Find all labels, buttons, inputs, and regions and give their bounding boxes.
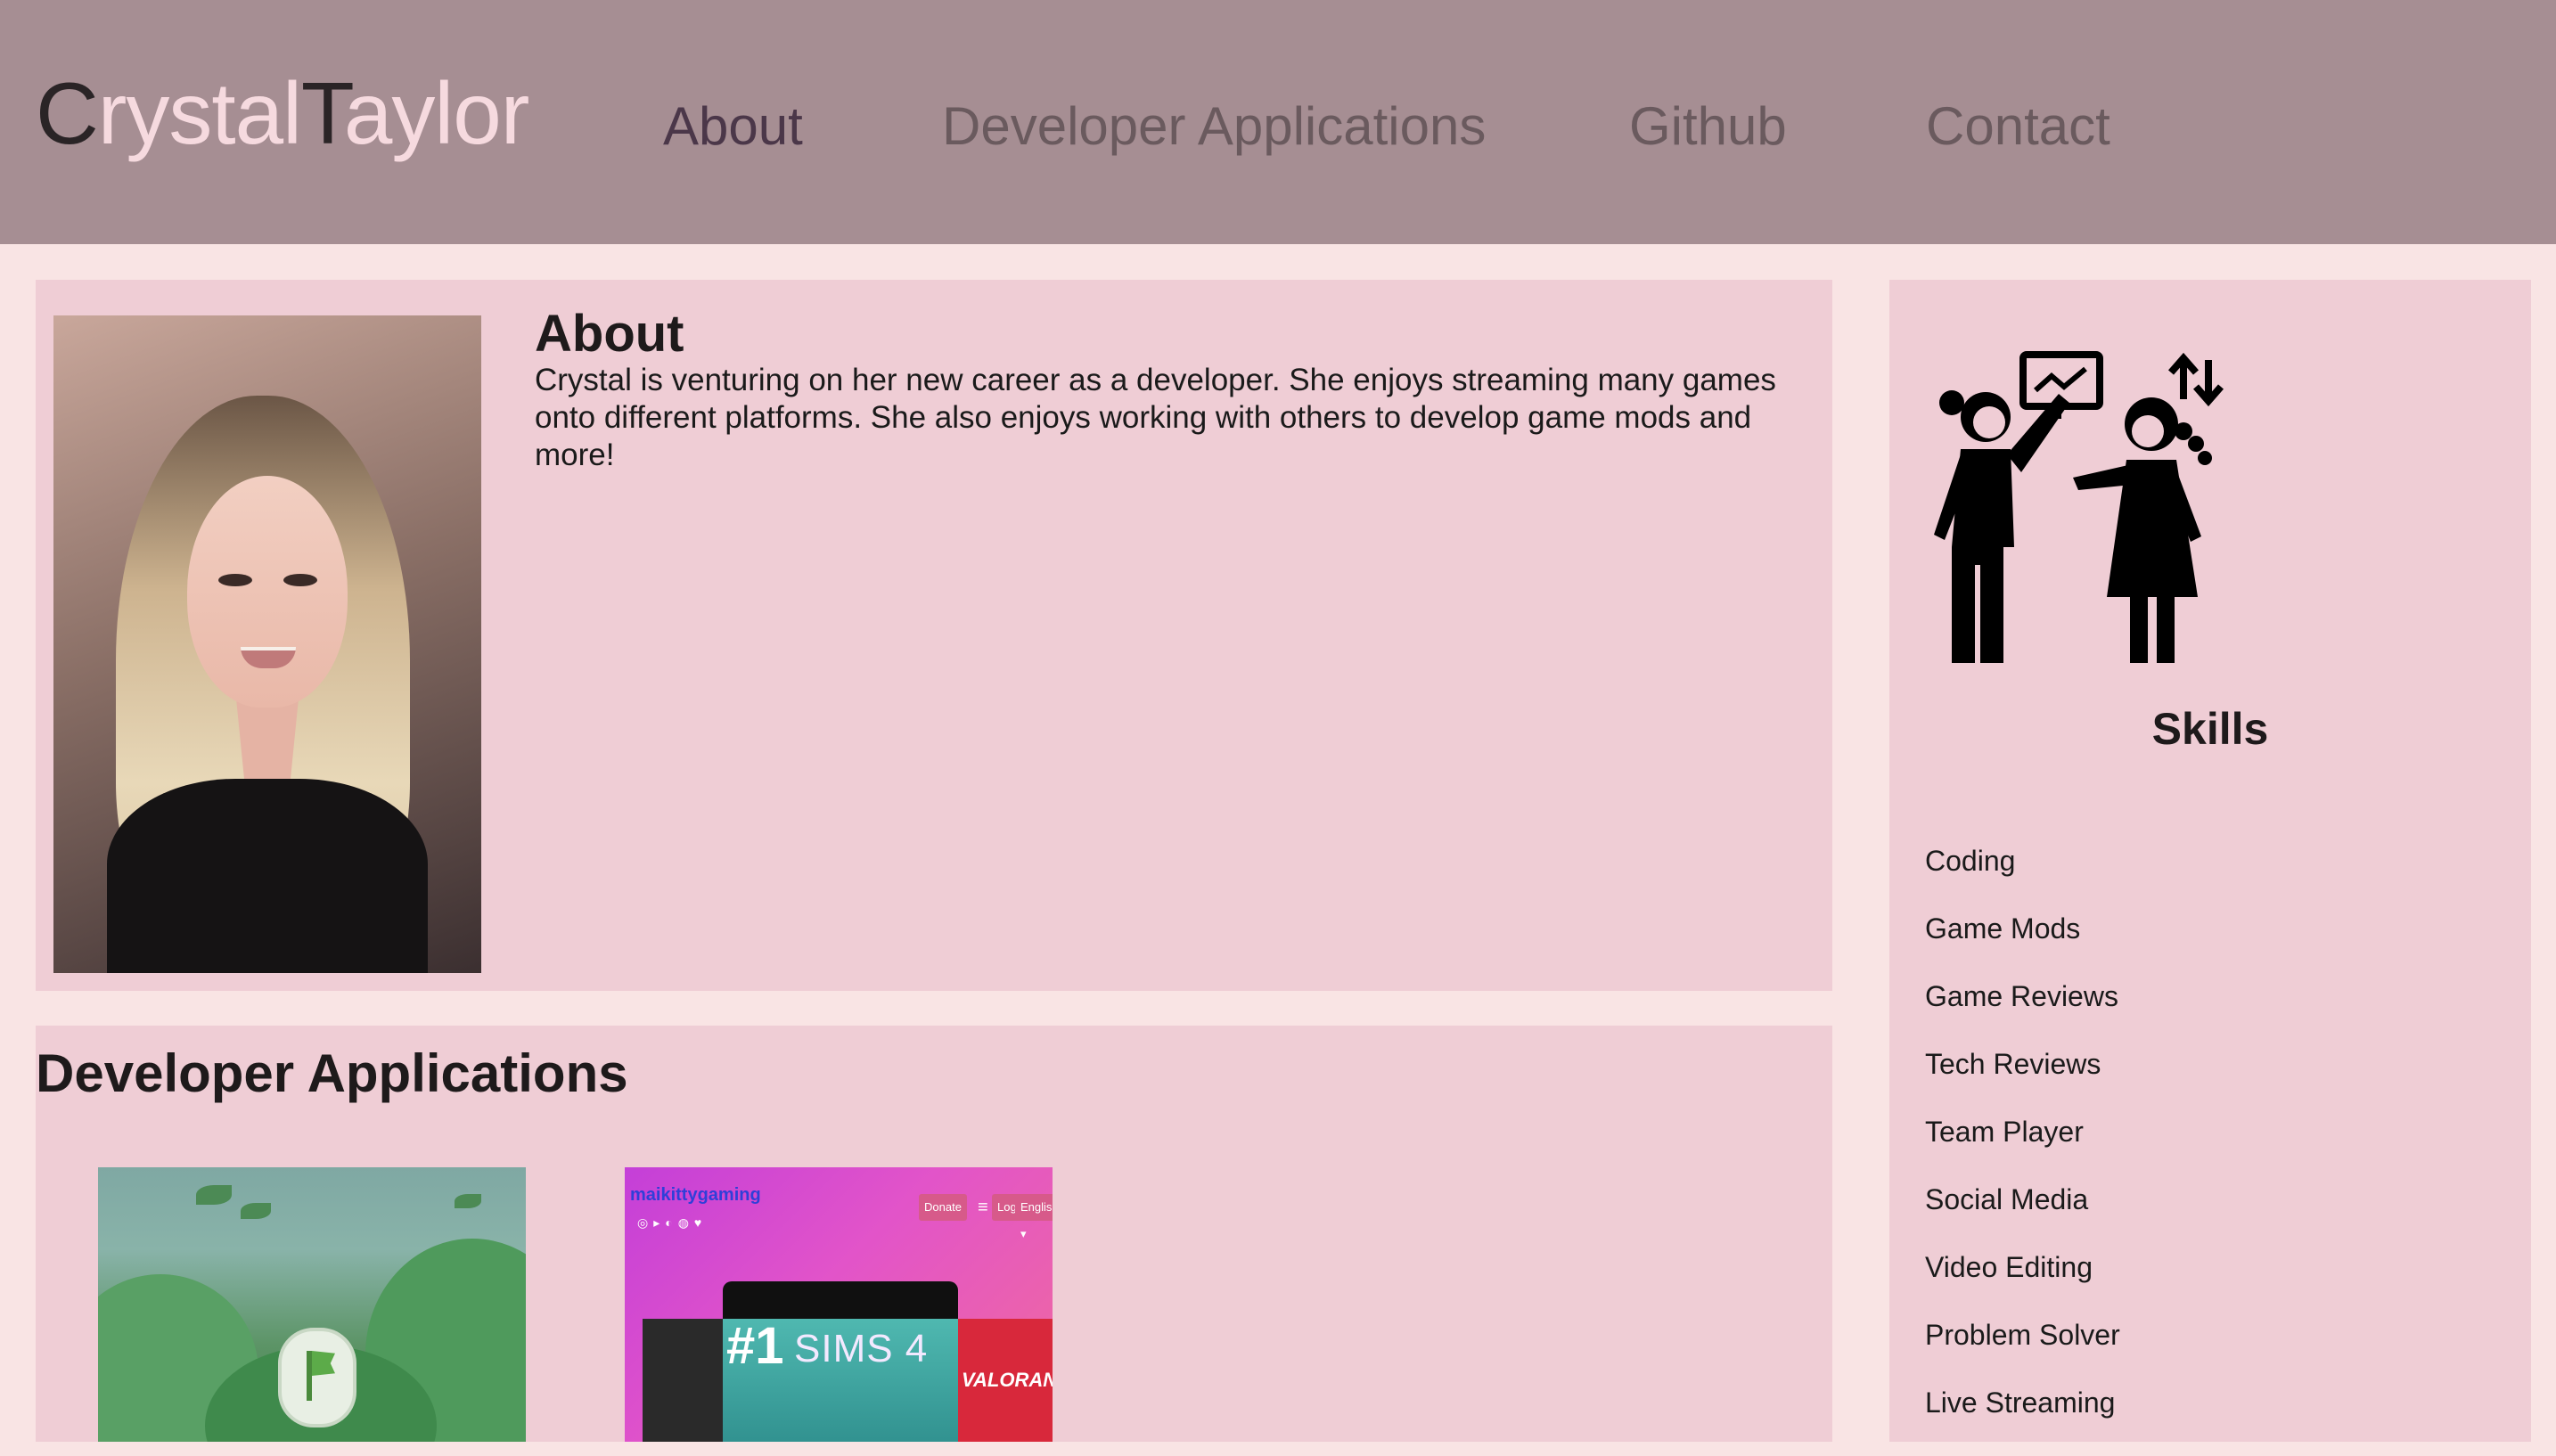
photo-face: [187, 476, 348, 708]
skill-item-coding: Coding: [1925, 845, 2016, 877]
leaf-shape: [455, 1194, 481, 1208]
streaming-site-logo: maikittygaming: [630, 1185, 761, 1205]
teamwork-illustration-icon: [1934, 351, 2224, 663]
skill-item-team-player: Team Player: [1925, 1116, 2084, 1148]
photo-right-eye: [283, 574, 317, 586]
thumb-language-button: English ▾: [1015, 1194, 1053, 1240]
thumb-menu-icon: ≡: [978, 1198, 988, 1217]
skill-item-social-media: Social Media: [1925, 1183, 2089, 1215]
profile-photo: [53, 315, 481, 973]
green-flag-play-button[interactable]: [278, 1328, 356, 1427]
photo-left-eye: [218, 574, 252, 586]
nav-contact[interactable]: Contact: [1926, 100, 2110, 153]
nav-about[interactable]: About: [663, 100, 803, 153]
photo-clothing: [107, 779, 428, 973]
site-header: CrystalTaylor About Developer Applicatio…: [0, 0, 2556, 244]
thumb-side-title: VALORANT: [962, 1369, 1053, 1391]
skill-item-video-editing: Video Editing: [1925, 1251, 2093, 1283]
main-nav: About Developer Applications Github Cont…: [0, 0, 2556, 244]
about-section: About Crystal is venturing on her new ca…: [36, 280, 1832, 991]
skills-list: Coding Game Mods Game Reviews Tech Revie…: [1925, 847, 2120, 1456]
skills-heading: Skills: [2151, 704, 2269, 754]
developer-applications-section: Developer Applications maikittygaming ◎▸…: [36, 1026, 1832, 1442]
thumb-donate-button: Donate: [919, 1194, 967, 1221]
app-thumbnail-game[interactable]: [98, 1167, 526, 1442]
about-heading: About: [535, 305, 684, 363]
flag-pole: [307, 1351, 312, 1401]
skills-sidebar: Skills Coding Game Mods Game Reviews Tec…: [1889, 280, 2531, 1442]
leaf-shape: [196, 1185, 232, 1205]
skill-item-game-reviews: Game Reviews: [1925, 980, 2118, 1012]
skill-item-game-mods: Game Mods: [1925, 912, 2081, 945]
app-thumbnail-streaming-site[interactable]: maikittygaming ◎▸◐◍♥ Donate ≡ Login Engl…: [625, 1167, 1053, 1442]
flag-icon: [312, 1351, 335, 1376]
about-description: Crystal is venturing on her new career a…: [535, 363, 1776, 472]
skill-item-tech-reviews: Tech Reviews: [1925, 1048, 2101, 1080]
nav-github[interactable]: Github: [1629, 100, 1787, 153]
nav-developer-applications[interactable]: Developer Applications: [942, 100, 1486, 153]
skill-item-live-streaming: Live Streaming: [1925, 1386, 2116, 1419]
thumb-rank-text: #1: [726, 1317, 784, 1375]
thumb-tile-left: [643, 1319, 723, 1442]
leaf-shape: [241, 1203, 271, 1219]
social-icons-row: ◎▸◐◍♥: [637, 1215, 708, 1230]
thumb-game-title: SIMS 4: [794, 1327, 929, 1370]
developer-applications-heading: Developer Applications: [36, 1043, 628, 1103]
skill-item-problem-solver: Problem Solver: [1925, 1319, 2120, 1351]
